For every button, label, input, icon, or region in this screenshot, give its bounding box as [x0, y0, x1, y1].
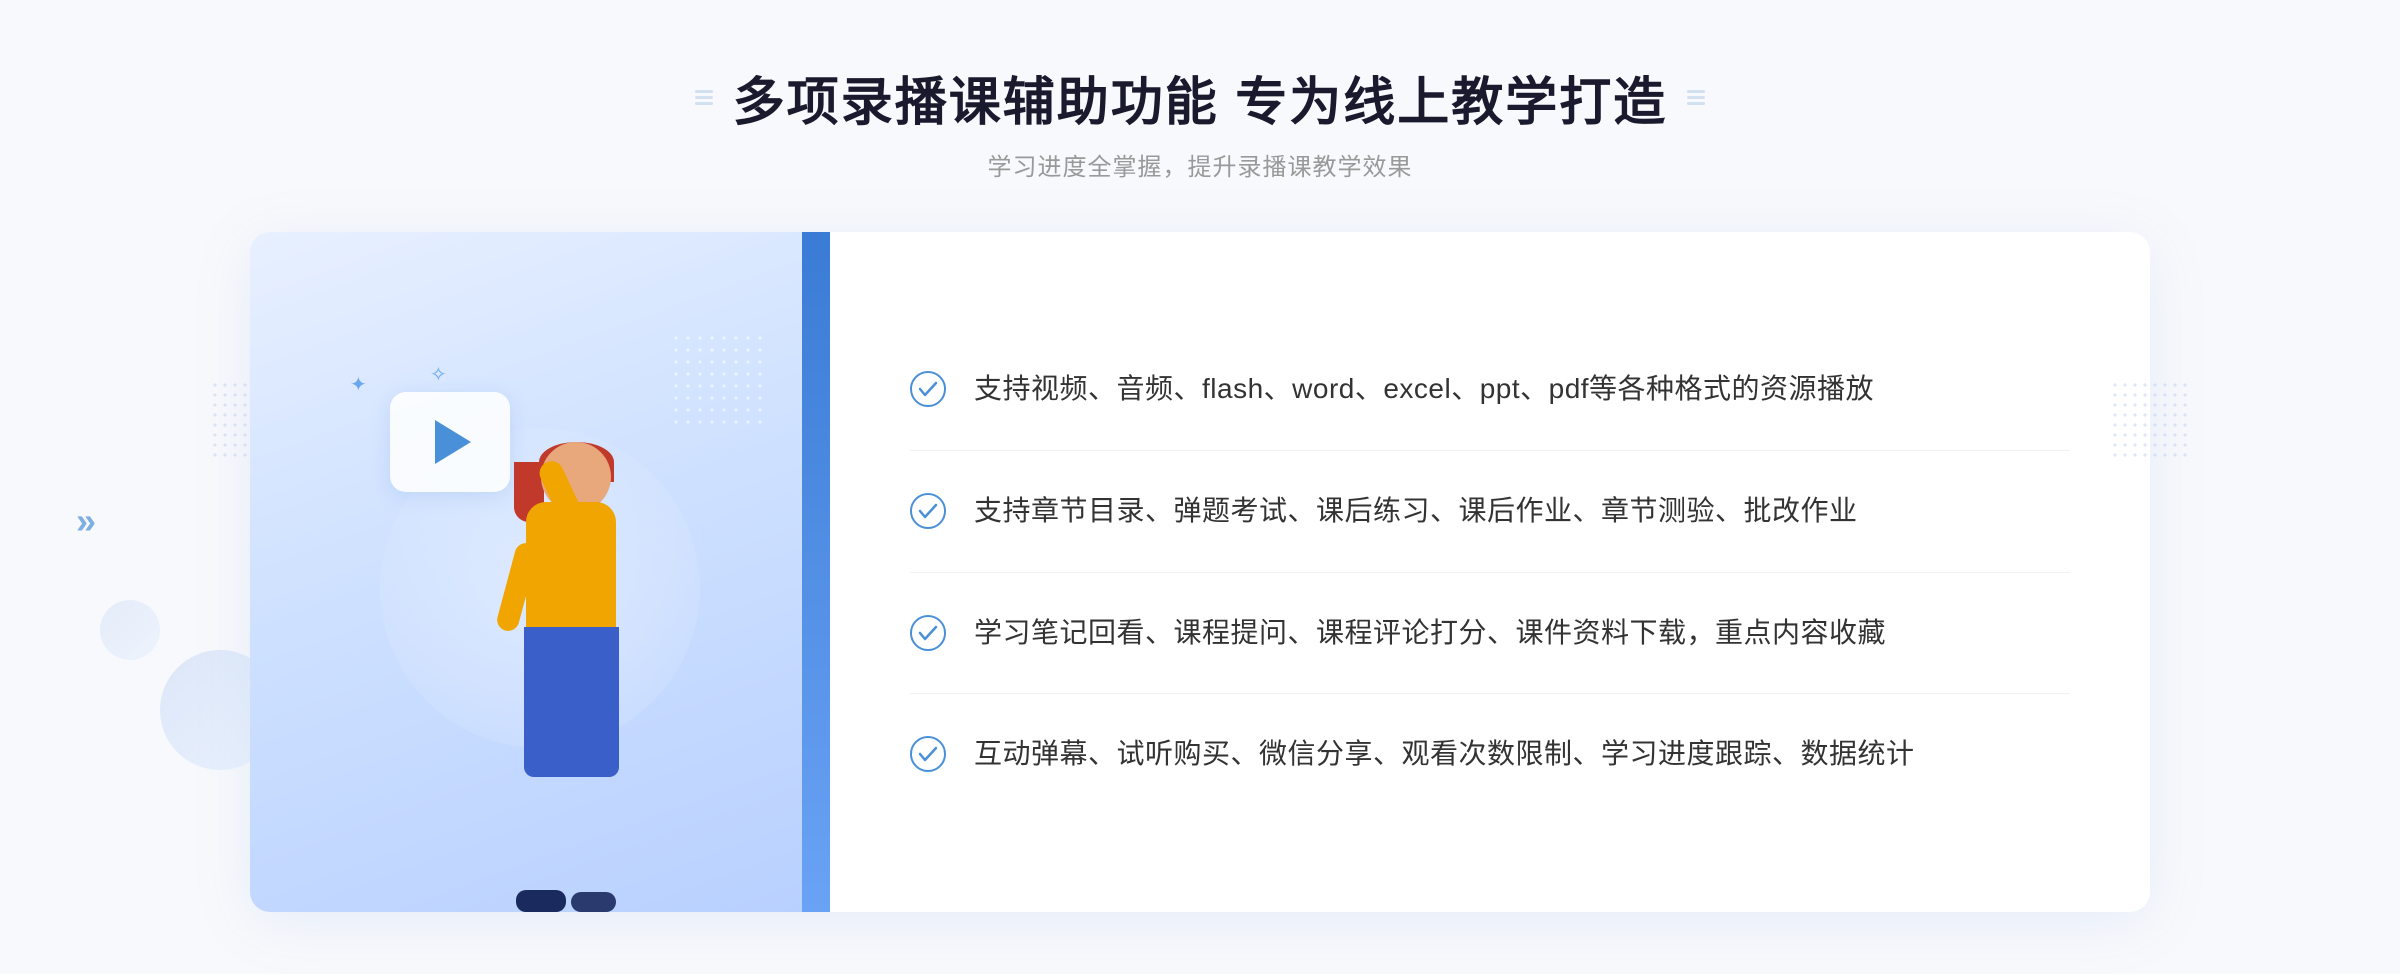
header-section: 多项录播课辅助功能 专为线上教学打造 学习进度全掌握，提升录播课教学效果	[695, 60, 1705, 182]
check-icon-4	[910, 736, 946, 772]
sparkle-2: ✧	[430, 362, 447, 387]
blue-accent-bar	[802, 232, 830, 912]
header-decoration-right	[1687, 90, 1705, 105]
person-pants	[524, 627, 619, 777]
person-shoe-right	[571, 892, 616, 912]
check-icon-3	[910, 615, 946, 651]
feature-item-4: 互动弹幕、试听购买、微信分享、观看次数限制、学习进度跟踪、数据统计	[910, 694, 2070, 815]
feature-item-3: 学习笔记回看、课程提问、课程评论打分、课件资料下载，重点内容收藏	[910, 573, 2070, 695]
feature-item-1: 支持视频、音频、flash、word、excel、ppt、pdf等各种格式的资源…	[910, 329, 2070, 451]
illustration-panel: ✦ ✧	[250, 232, 830, 912]
dot-grid-right	[2110, 380, 2190, 460]
feature-text-1: 支持视频、音频、flash、word、excel、ppt、pdf等各种格式的资源…	[974, 367, 1874, 412]
feature-text-3: 学习笔记回看、课程提问、课程评论打分、课件资料下载，重点内容收藏	[974, 611, 1886, 656]
deco-circle-small	[100, 600, 160, 660]
main-title: 多项录播课辅助功能 专为线上教学打造	[733, 60, 1667, 135]
check-icon-1	[910, 371, 946, 407]
features-panel: 支持视频、音频、flash、word、excel、ppt、pdf等各种格式的资源…	[830, 232, 2150, 912]
page-container: » 多项录播课辅助功能 专为线上教学打造 学习进度全掌握，提升录播课教学效果	[0, 0, 2400, 974]
header-decoration-left	[695, 90, 713, 105]
content-card: ✦ ✧	[250, 232, 2150, 912]
person-body	[526, 502, 616, 632]
feature-text-2: 支持章节目录、弹题考试、课后练习、课后作业、章节测验、批改作业	[974, 489, 1858, 534]
check-icon-2	[910, 493, 946, 529]
feature-item-2: 支持章节目录、弹题考试、课后练习、课后作业、章节测验、批改作业	[910, 451, 2070, 573]
person-illustration	[386, 432, 666, 912]
chevron-left-decoration: »	[76, 500, 96, 542]
sparkle-1: ✦	[350, 372, 367, 397]
person-shoe-left	[516, 890, 566, 912]
feature-text-4: 互动弹幕、试听购买、微信分享、观看次数限制、学习进度跟踪、数据统计	[974, 732, 1915, 777]
illus-dots	[670, 332, 770, 432]
subtitle: 学习进度全掌握，提升录播课教学效果	[695, 147, 1705, 182]
